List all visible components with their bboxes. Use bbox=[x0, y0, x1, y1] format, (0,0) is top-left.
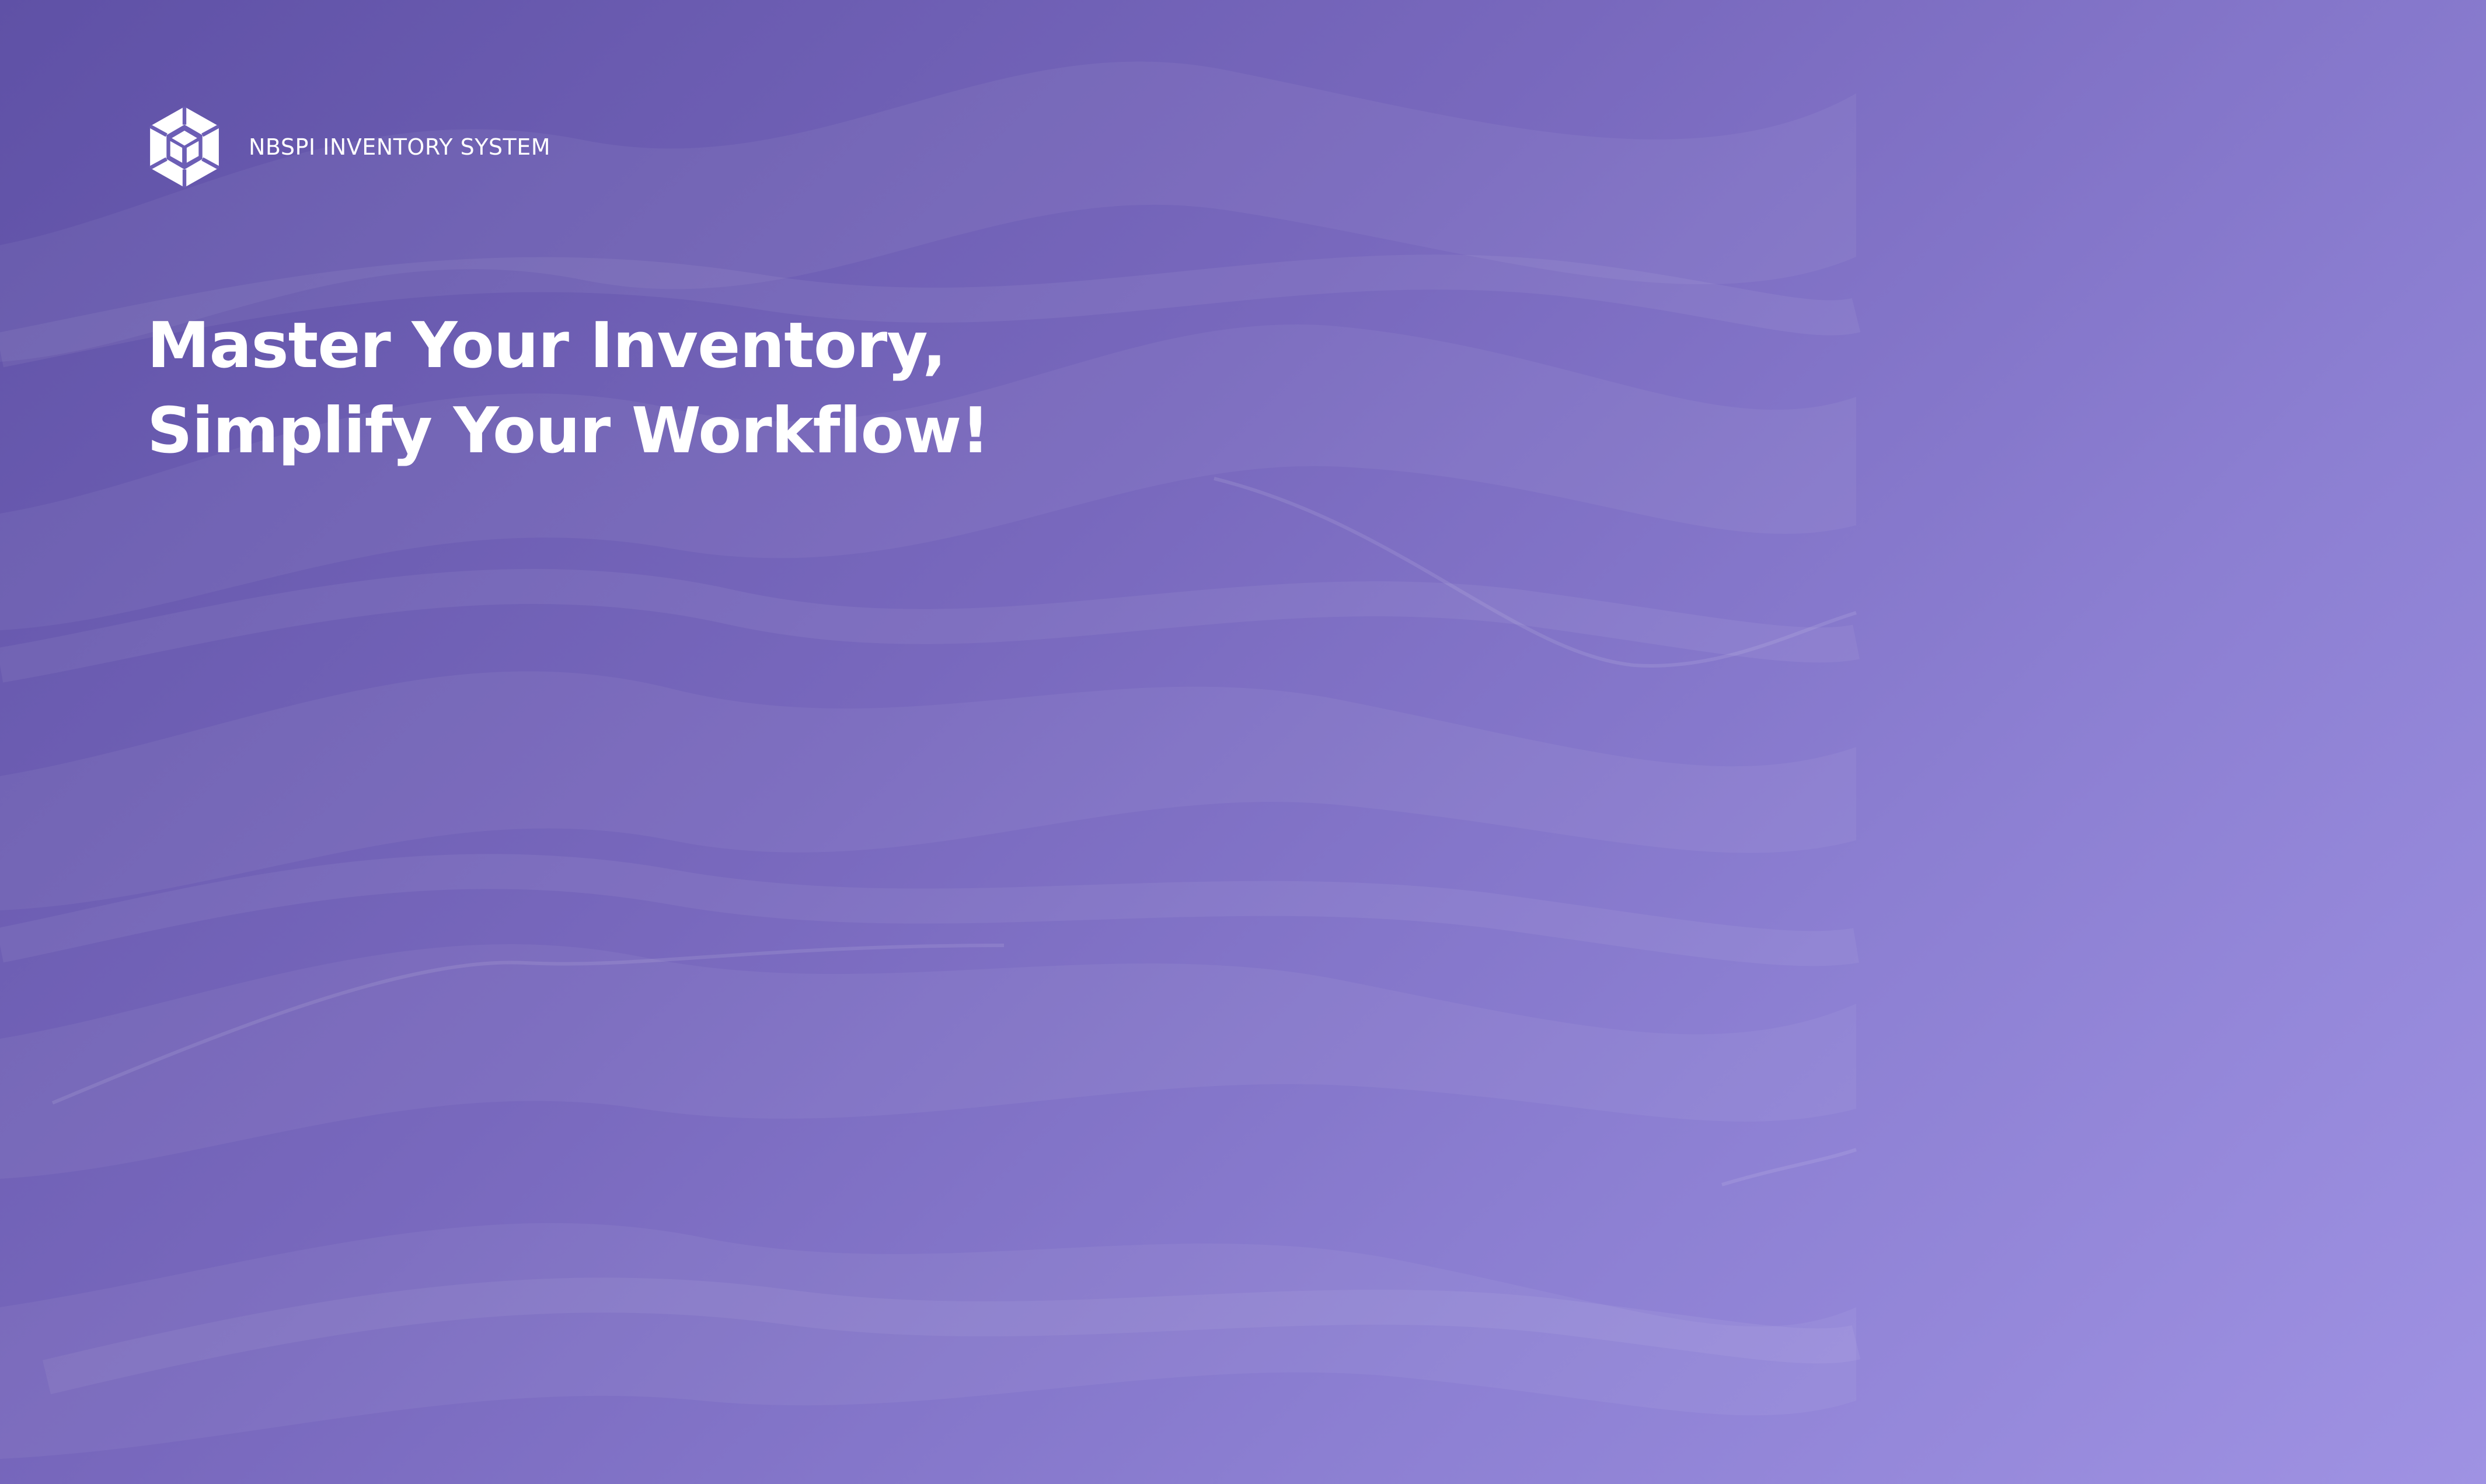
brand-name: NBSPI INVENTORY SYSTEM bbox=[249, 134, 551, 160]
wave-background bbox=[0, 61, 1861, 1459]
brand-header: NBSPI INVENTORY SYSTEM bbox=[147, 105, 550, 189]
headline-line-2: Simplify Your Workflow! bbox=[147, 394, 990, 467]
wave-thin-line bbox=[1721, 1148, 1857, 1186]
wave-line bbox=[0, 569, 1860, 683]
wave-band bbox=[0, 944, 1856, 1179]
hero-headline: Master Your Inventory, Simplify Your Wor… bbox=[147, 303, 990, 474]
headline-line-1: Master Your Inventory, bbox=[147, 309, 946, 382]
hexagon-cube-icon bbox=[149, 106, 220, 188]
wave-line bbox=[0, 854, 1859, 966]
